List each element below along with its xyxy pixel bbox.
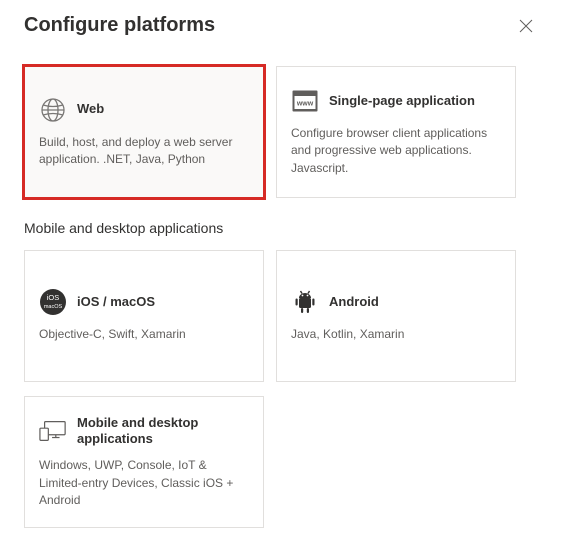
svg-text:iOS: iOS [47, 293, 60, 302]
card-title: Web [77, 101, 104, 117]
platform-card-web[interactable]: Web Build, host, and deploy a web server… [24, 66, 264, 198]
svg-text:www: www [296, 100, 314, 107]
panel-header: Configure platforms [0, 0, 561, 47]
card-title: iOS / macOS [77, 294, 155, 310]
card-head: www Single-page application [291, 87, 501, 115]
platform-card-ios-macos[interactable]: iOS macOS iOS / macOS Objective-C, Swift… [24, 250, 264, 382]
card-desc: Configure browser client applications an… [291, 125, 501, 177]
platform-card-mobile-desktop[interactable]: Mobile and desktop applications Windows,… [24, 396, 264, 528]
card-desc: Windows, UWP, Console, IoT & Limited-ent… [39, 457, 249, 509]
devices-icon [39, 417, 67, 445]
card-head: Web [39, 96, 249, 124]
card-title: Android [329, 294, 379, 310]
platform-row-mobile-2: Mobile and desktop applications Windows,… [24, 396, 553, 528]
android-icon [291, 288, 319, 316]
platform-card-android[interactable]: Android Java, Kotlin, Xamarin [276, 250, 516, 382]
card-title: Single-page application [329, 93, 475, 109]
scroll-region[interactable]: Web Build, host, and deploy a web server… [0, 52, 561, 541]
card-desc: Build, host, and deploy a web server app… [39, 134, 249, 169]
platform-row-web: Web Build, host, and deploy a web server… [24, 66, 553, 198]
card-desc: Objective-C, Swift, Xamarin [39, 326, 249, 343]
close-button[interactable] [515, 15, 537, 37]
page-title: Configure platforms [24, 14, 215, 37]
card-head: Mobile and desktop applications [39, 415, 249, 448]
platform-card-spa[interactable]: www Single-page application Configure br… [276, 66, 516, 198]
svg-text:macOS: macOS [44, 304, 63, 310]
card-head: Android [291, 288, 501, 316]
card-title: Mobile and desktop applications [77, 415, 249, 448]
card-desc: Java, Kotlin, Xamarin [291, 326, 501, 343]
platform-row-mobile-1: iOS macOS iOS / macOS Objective-C, Swift… [24, 250, 553, 382]
spa-www-icon: www [291, 87, 319, 115]
globe-icon [39, 96, 67, 124]
section-title-mobile: Mobile and desktop applications [24, 220, 553, 236]
card-head: iOS macOS iOS / macOS [39, 288, 249, 316]
ios-macos-icon: iOS macOS [39, 288, 67, 316]
close-icon [519, 21, 533, 36]
